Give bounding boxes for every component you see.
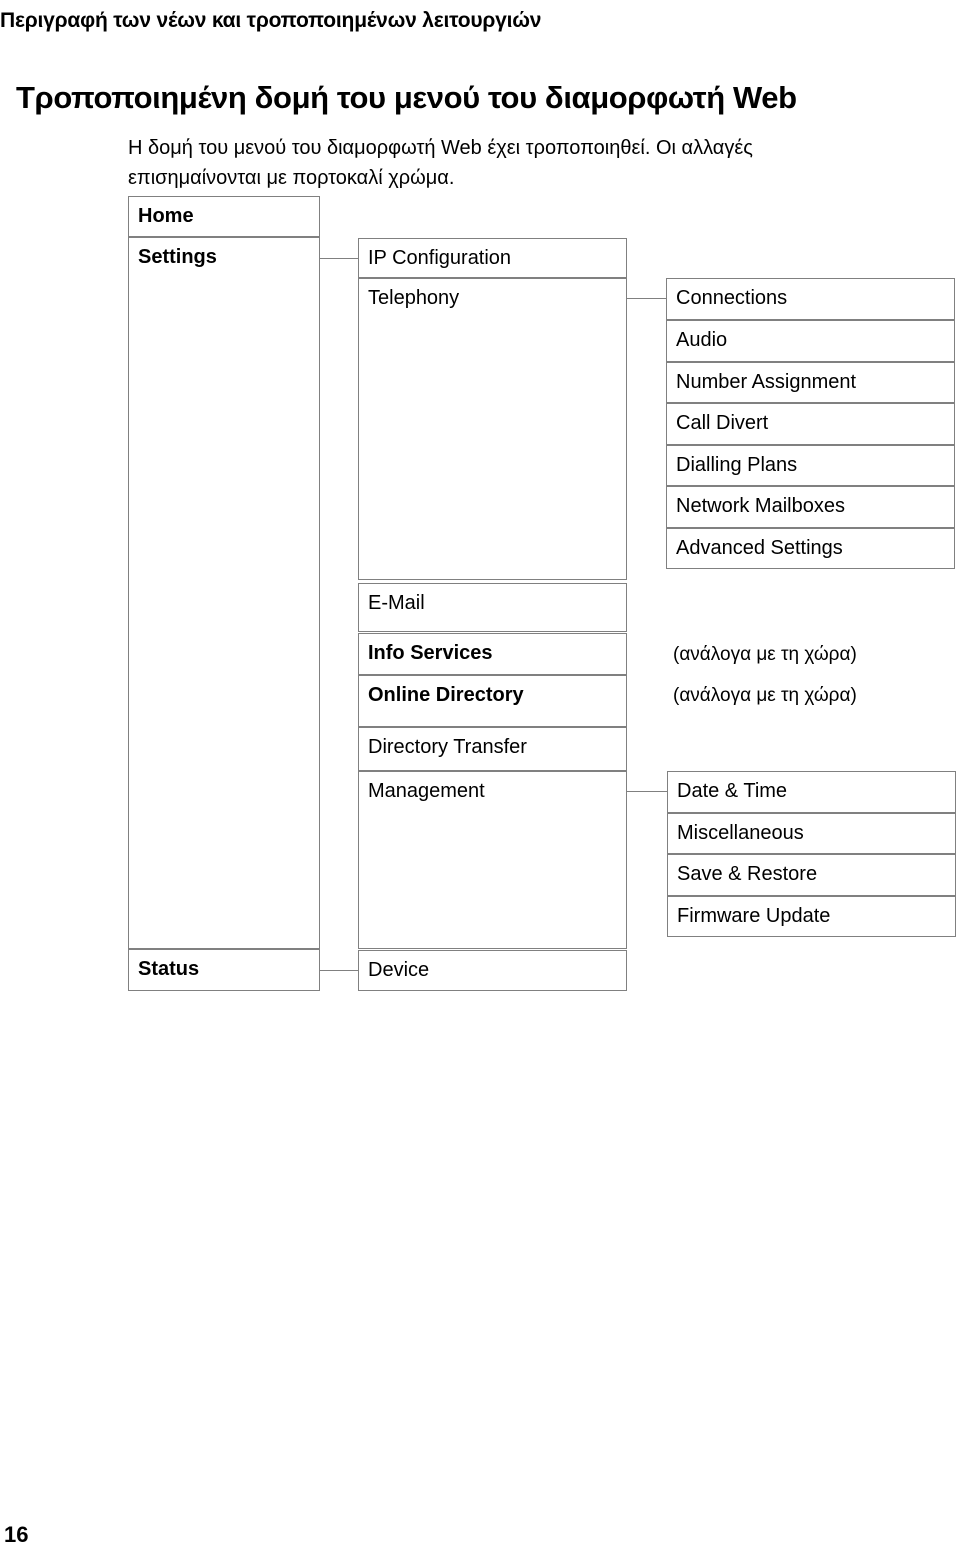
menu-node-network-mailboxes-label: Network Mailboxes (676, 495, 845, 517)
menu-node-info-services[interactable]: Info Services (358, 633, 627, 675)
menu-node-advanced-settings-label: Advanced Settings (676, 537, 843, 559)
menu-node-device-label: Device (368, 959, 430, 981)
menu-node-email-label: E-Mail (368, 592, 425, 614)
menu-node-settings[interactable]: Settings (128, 237, 320, 949)
menu-node-date-time[interactable]: Date & Time (667, 771, 956, 813)
menu-structure-diagram: Home Settings Status IP Configuration Te… (0, 0, 960, 1000)
menu-node-directory-transfer-label: Directory Transfer (368, 736, 527, 758)
menu-node-management-label: Management (368, 780, 485, 802)
menu-node-dialling-plans-label: Dialling Plans (676, 454, 798, 476)
menu-node-connections-label: Connections (676, 287, 788, 309)
menu-node-call-divert[interactable]: Call Divert (666, 403, 955, 445)
connector-settings-to-children (320, 258, 358, 259)
menu-node-advanced-settings[interactable]: Advanced Settings (666, 528, 955, 569)
menu-node-call-divert-label: Call Divert (676, 412, 769, 434)
menu-node-dialling-plans[interactable]: Dialling Plans (666, 445, 955, 486)
menu-node-telephony-label: Telephony (368, 287, 460, 309)
menu-node-ip-configuration-label: IP Configuration (368, 247, 512, 269)
page-number: 16 (4, 1522, 29, 1547)
menu-node-firmware-update[interactable]: Firmware Update (667, 896, 956, 937)
menu-node-date-time-label: Date & Time (677, 780, 788, 802)
connector-status-to-device (320, 970, 358, 971)
menu-node-save-restore-label: Save & Restore (677, 863, 818, 885)
menu-node-save-restore[interactable]: Save & Restore (667, 854, 956, 896)
menu-node-status-label: Status (138, 958, 200, 980)
menu-node-directory-transfer[interactable]: Directory Transfer (358, 727, 627, 771)
menu-node-online-directory-label: Online Directory (368, 684, 524, 706)
menu-node-miscellaneous-label: Miscellaneous (677, 822, 804, 844)
menu-node-connections[interactable]: Connections (666, 278, 955, 320)
menu-node-online-directory[interactable]: Online Directory (358, 675, 627, 727)
menu-node-miscellaneous[interactable]: Miscellaneous (667, 813, 956, 854)
menu-node-ip-configuration[interactable]: IP Configuration (358, 238, 627, 278)
menu-node-management[interactable]: Management (358, 771, 627, 949)
menu-node-network-mailboxes[interactable]: Network Mailboxes (666, 486, 955, 528)
menu-node-home-label: Home (138, 205, 194, 227)
note-online-directory-country: (ανάλογα με τη χώρα) (673, 685, 857, 706)
note-info-services-country: (ανάλογα με τη χώρα) (673, 644, 857, 665)
menu-node-number-assignment[interactable]: Number Assignment (666, 362, 955, 403)
menu-node-number-assignment-label: Number Assignment (676, 371, 857, 393)
connector-management-to-children (627, 791, 667, 792)
menu-node-audio-label: Audio (676, 329, 728, 351)
menu-node-settings-label: Settings (138, 246, 217, 268)
connector-telephony-to-children (627, 298, 666, 299)
menu-node-audio[interactable]: Audio (666, 320, 955, 362)
menu-node-info-services-label: Info Services (368, 642, 493, 664)
menu-node-firmware-update-label: Firmware Update (677, 905, 831, 927)
menu-node-device[interactable]: Device (358, 950, 627, 991)
menu-node-home[interactable]: Home (128, 196, 320, 237)
menu-node-telephony[interactable]: Telephony (358, 278, 627, 580)
menu-node-status[interactable]: Status (128, 949, 320, 991)
menu-node-email[interactable]: E-Mail (358, 583, 627, 632)
